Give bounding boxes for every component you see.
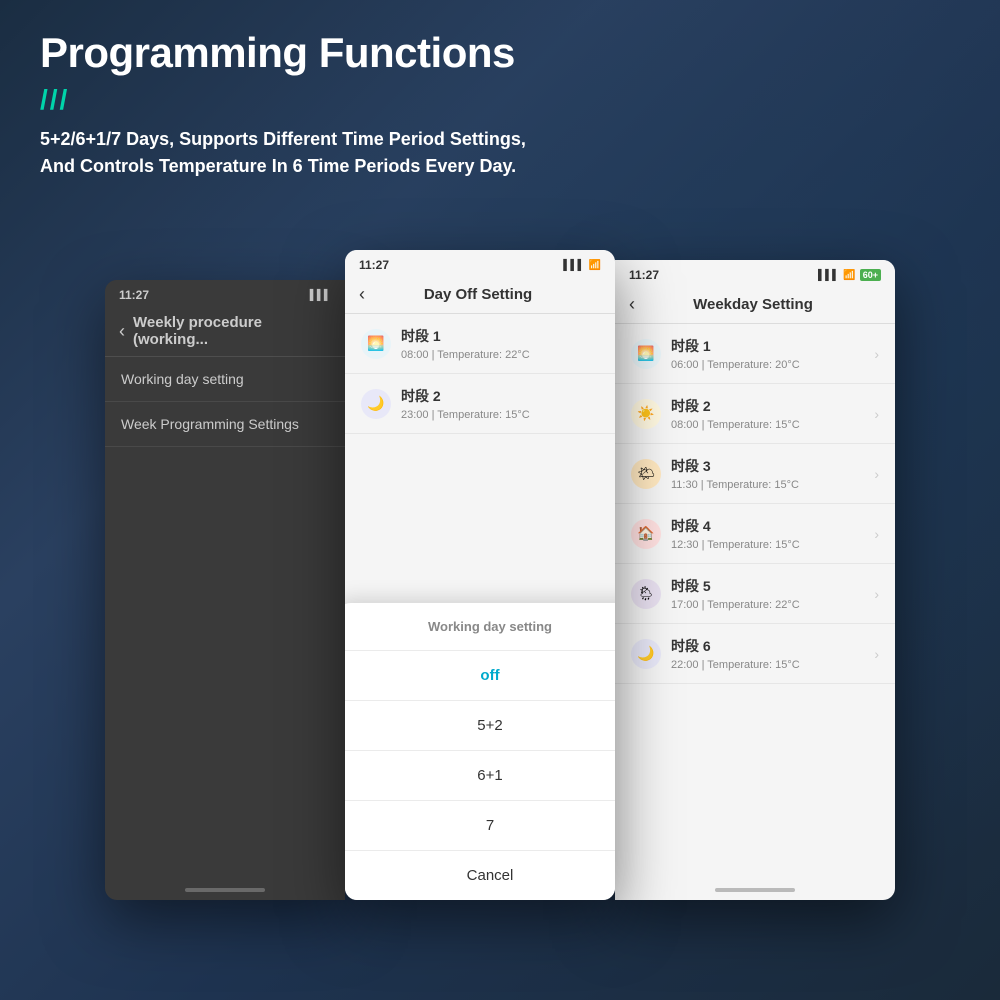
wd-icon-2: ☀️ (631, 399, 661, 429)
back-button-1[interactable]: ‹ (119, 321, 125, 342)
phone-weekday: 11:27 ▌▌▌ 📶 60+ ‹ Weekday Setting 🌅 时段 1… (615, 260, 895, 900)
wd-period-4[interactable]: 🏠 时段 4 12:30 | Temperature: 15°C › (615, 504, 895, 564)
signal-icon-3: ▌▌▌ (818, 270, 839, 281)
wd-period-5[interactable]: 🌦 时段 5 17:00 | Temperature: 22°C › (615, 564, 895, 624)
wd-info-3: 时段 3 11:30 | Temperature: 15°C (671, 456, 874, 491)
wifi-icon-3: 📶 (843, 270, 855, 281)
status-time-3: 11:27 (629, 268, 659, 282)
subtitle-line1: 5+2/6+1/7 Days, Supports Different Time … (40, 126, 526, 153)
phones-container: 11:27 ▌▌▌ ‹ Weekly procedure (working...… (30, 250, 970, 970)
nav-bar-2: ‹ Day Off Setting (345, 276, 615, 314)
wd-icon-3: 🌤 (631, 459, 661, 489)
bottom-bar-3 (615, 880, 895, 900)
wd-info-6: 时段 6 22:00 | Temperature: 15°C (671, 636, 874, 671)
popup-option-7[interactable]: 7 (345, 801, 615, 851)
nav-title-1: Weekly procedure (working... (133, 314, 331, 348)
nav-bar-3: ‹ Weekday Setting (615, 286, 895, 324)
wd-info-2: 时段 2 08:00 | Temperature: 15°C (671, 396, 874, 431)
phone-day-off: 11:27 ▌▌▌ 📶 ‹ Day Off Setting 🌅 时段 1 08:… (345, 250, 615, 900)
signal-icon-1: ▌▌▌ (310, 290, 331, 301)
wd-info-5: 时段 5 17:00 | Temperature: 22°C (671, 576, 874, 611)
back-button-2[interactable]: ‹ (359, 284, 365, 305)
nav-bar-1: ‹ Weekly procedure (working... (105, 306, 345, 357)
main-title: Programming Functions (40, 30, 526, 76)
popup-option-off[interactable]: off (345, 651, 615, 701)
subtitle-line2: And Controls Temperature In 6 Time Perio… (40, 153, 526, 180)
status-bar-2: 11:27 ▌▌▌ 📶 (345, 250, 615, 276)
status-bar-3: 11:27 ▌▌▌ 📶 60+ (615, 260, 895, 286)
phone-weekly: 11:27 ▌▌▌ ‹ Weekly procedure (working...… (105, 280, 345, 900)
period-time-2: 23:00 | Temperature: 15°C (401, 409, 599, 421)
period-icon-1: 🌅 (361, 329, 391, 359)
chevron-2: › (874, 406, 879, 422)
period-item-2[interactable]: 🌙 时段 2 23:00 | Temperature: 15°C (345, 374, 615, 434)
status-bar-1: 11:27 ▌▌▌ (105, 280, 345, 306)
chevron-4: › (874, 526, 879, 542)
header-section: Programming Functions /// 5+2/6+1/7 Days… (40, 30, 526, 180)
status-time-1: 11:27 (119, 288, 149, 302)
back-button-3[interactable]: ‹ (629, 294, 635, 315)
wd-icon-6: 🌙 (631, 639, 661, 669)
home-indicator-3 (715, 888, 795, 892)
wd-period-3[interactable]: 🌤 时段 3 11:30 | Temperature: 15°C › (615, 444, 895, 504)
status-time-2: 11:27 (359, 258, 389, 272)
status-icons-1: ▌▌▌ (310, 290, 331, 301)
popup-option-52[interactable]: 5+2 (345, 701, 615, 751)
period-icon-2: 🌙 (361, 389, 391, 419)
chevron-6: › (874, 646, 879, 662)
nav-title-3: Weekday Setting (643, 296, 863, 313)
period-info-2: 时段 2 23:00 | Temperature: 15°C (401, 386, 599, 421)
chevron-5: › (874, 586, 879, 602)
wd-icon-1: 🌅 (631, 339, 661, 369)
list-item-week[interactable]: Week Programming Settings (105, 402, 345, 447)
nav-title-2: Day Off Setting (373, 286, 583, 303)
bottom-bar-1 (105, 880, 345, 900)
signal-icon-2: ▌▌▌ (563, 260, 584, 271)
chevron-1: › (874, 346, 879, 362)
popup-header: Working day setting (345, 603, 615, 651)
working-day-popup: Working day setting off 5+2 6+1 7 Cancel (345, 603, 615, 900)
period-item-1[interactable]: 🌅 时段 1 08:00 | Temperature: 22°C (345, 314, 615, 374)
wd-info-1: 时段 1 06:00 | Temperature: 20°C (671, 336, 874, 371)
wd-period-2[interactable]: ☀️ 时段 2 08:00 | Temperature: 15°C › (615, 384, 895, 444)
accent-marks: /// (40, 84, 526, 116)
list-item-working[interactable]: Working day setting (105, 357, 345, 402)
wd-period-6[interactable]: 🌙 时段 6 22:00 | Temperature: 15°C › (615, 624, 895, 684)
wd-icon-5: 🌦 (631, 579, 661, 609)
chevron-3: › (874, 466, 879, 482)
wd-period-1[interactable]: 🌅 时段 1 06:00 | Temperature: 20°C › (615, 324, 895, 384)
battery-label-3: 60+ (860, 269, 881, 281)
wd-icon-4: 🏠 (631, 519, 661, 549)
period-info-1: 时段 1 08:00 | Temperature: 22°C (401, 326, 599, 361)
popup-option-61[interactable]: 6+1 (345, 751, 615, 801)
period-name-1: 时段 1 (401, 326, 599, 346)
home-indicator-1 (185, 888, 265, 892)
wifi-icon-2: 📶 (589, 260, 601, 271)
subtitle: 5+2/6+1/7 Days, Supports Different Time … (40, 126, 526, 180)
period-time-1: 08:00 | Temperature: 22°C (401, 349, 599, 361)
status-icons-3: ▌▌▌ 📶 60+ (818, 269, 881, 281)
wd-info-4: 时段 4 12:30 | Temperature: 15°C (671, 516, 874, 551)
spacer-3 (615, 684, 895, 880)
status-icons-2: ▌▌▌ 📶 (563, 260, 601, 271)
period-name-2: 时段 2 (401, 386, 599, 406)
popup-cancel[interactable]: Cancel (345, 851, 615, 900)
